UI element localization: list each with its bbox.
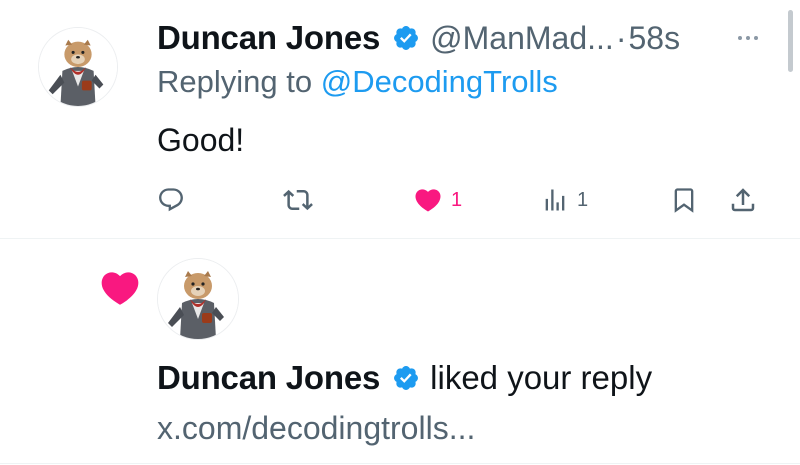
avatar[interactable] [157, 258, 239, 340]
timeline: Duncan Jones @ManMad... · 58s Replying t… [0, 0, 800, 465]
verified-badge-icon [392, 24, 420, 52]
replying-to-handle[interactable]: @DecodingTrolls [321, 64, 558, 99]
share-icon [731, 188, 755, 212]
views-chart-icon [545, 189, 565, 211]
avatar-image [39, 28, 117, 106]
like-button[interactable]: 1 [413, 178, 462, 222]
heart-filled-icon [415, 189, 441, 212]
reply-button[interactable] [157, 178, 185, 222]
avatar[interactable] [38, 27, 118, 107]
notification-text-row: Duncan Jones liked your reply [157, 356, 652, 400]
tweet[interactable]: Duncan Jones @ManMad... · 58s Replying t… [0, 0, 800, 238]
views-count: 1 [577, 188, 589, 211]
share-button[interactable] [728, 178, 758, 222]
verified-badge-icon [392, 364, 420, 392]
notification-link[interactable]: x.com/decodingtrolls... [157, 410, 475, 447]
divider [0, 463, 800, 464]
replying-to-label: Replying to [157, 64, 313, 99]
avatar-image [158, 259, 238, 339]
tweet-header: Duncan Jones @ManMad... · 58s [157, 16, 680, 60]
tweet-actions: 1 1 [0, 178, 800, 222]
retweet-button[interactable] [283, 178, 313, 222]
like-count: 1 [451, 188, 463, 211]
reply-icon [159, 188, 183, 212]
separator-dot: · [615, 19, 627, 56]
divider [0, 238, 800, 239]
replying-to: Replying to @DecodingTrolls [157, 64, 558, 100]
tweet-timestamp[interactable]: 58s [628, 20, 680, 57]
notification-user-name[interactable]: Duncan Jones [157, 359, 380, 397]
bookmark-button[interactable] [670, 178, 698, 222]
more-options-icon[interactable] [730, 28, 766, 48]
views-button[interactable]: 1 [541, 178, 588, 222]
author-handle[interactable]: @ManMad... [430, 20, 614, 57]
scrollbar[interactable] [788, 10, 793, 72]
retweet-icon [283, 189, 313, 211]
bookmark-icon [674, 188, 694, 213]
author-name[interactable]: Duncan Jones [157, 19, 380, 57]
heart-icon [98, 266, 142, 315]
tweet-text: Good! [157, 122, 245, 158]
notification-action-text: liked your reply [430, 359, 653, 396]
